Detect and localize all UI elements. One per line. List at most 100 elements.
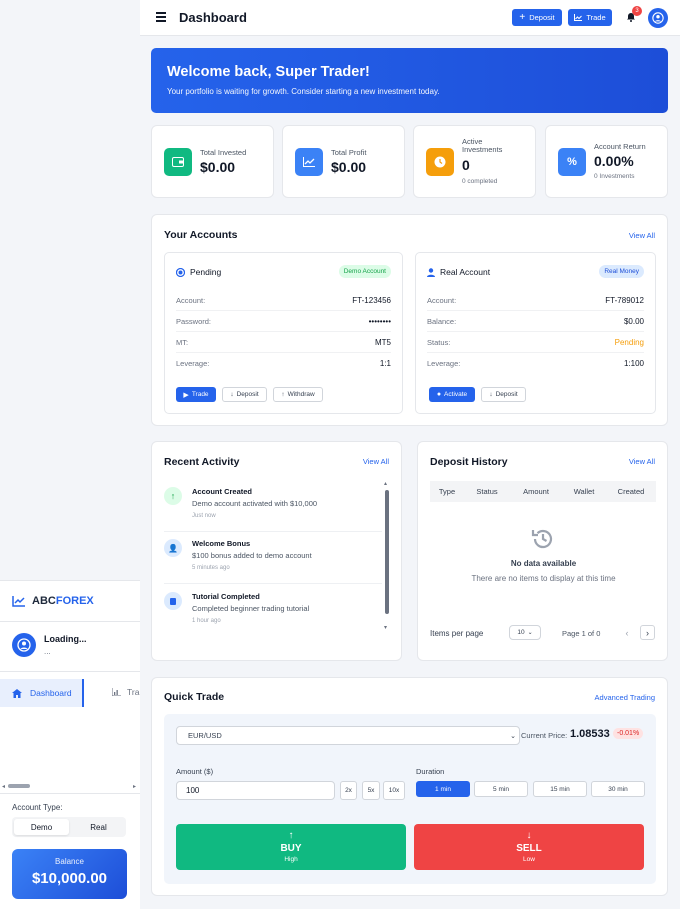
- multiplier-2x-button[interactable]: 2x: [340, 781, 357, 800]
- scroll-thumb[interactable]: [8, 784, 30, 788]
- trade-button[interactable]: Trade: [568, 9, 612, 26]
- sidebar-panel: ABCFOREX Loading... ... Dashboard Tra ◂: [0, 580, 140, 909]
- arrow-down-icon: ↓: [526, 830, 532, 841]
- notification-badge: 3: [632, 6, 642, 16]
- row-key: Status:: [427, 337, 451, 347]
- balance-card: Balance $10,000.00: [12, 849, 127, 899]
- stat-label: Total Invested: [200, 148, 247, 157]
- column-header: Status: [476, 487, 498, 496]
- deposit-button[interactable]: ↓ Deposit: [481, 387, 526, 402]
- items-per-page-value: 10: [517, 629, 525, 636]
- activity-scrollbar[interactable]: ▴ ▾: [384, 481, 390, 631]
- stat-value: $0.00: [331, 159, 367, 175]
- view-all-link[interactable]: View All: [629, 231, 655, 240]
- items-per-page-select[interactable]: 10 ⌄: [509, 625, 541, 640]
- activity-title: Welcome Bonus: [192, 539, 251, 548]
- sidebar-item-trade[interactable]: Tra: [112, 687, 139, 697]
- deposit-history-section: Deposit History View All Type Status Amo…: [417, 441, 668, 661]
- multiplier-5x-button[interactable]: 5x: [362, 781, 380, 800]
- sell-label: SELL: [516, 843, 542, 854]
- duration-1min-button[interactable]: 1 min: [416, 781, 470, 797]
- withdraw-button[interactable]: ↑ Withdraw: [273, 387, 323, 402]
- duration-15min-button[interactable]: 15 min: [533, 781, 587, 797]
- deposit-label: Deposit: [236, 391, 259, 398]
- scroll-up-icon: ▴: [384, 481, 388, 487]
- withdraw-label: Withdraw: [287, 391, 315, 398]
- sidebar-scrollbar[interactable]: ◂ ▸: [2, 783, 136, 790]
- prev-page-button[interactable]: ‹: [620, 625, 634, 640]
- sidebar: ABCFOREX Loading... ... Dashboard Tra ◂: [0, 0, 140, 909]
- row-key: Account:: [427, 295, 457, 305]
- column-header: Wallet: [573, 487, 595, 496]
- view-all-link[interactable]: View All: [629, 457, 655, 466]
- user-avatar-icon[interactable]: [648, 8, 668, 28]
- activity-title: Tutorial Completed: [192, 592, 260, 601]
- duration-5min-button[interactable]: 5 min: [474, 781, 528, 797]
- column-header: Amount: [523, 487, 549, 496]
- activity-time: 1 hour ago: [192, 618, 221, 624]
- sidebar-item-label: Dashboard: [30, 688, 72, 698]
- menu-icon[interactable]: [156, 12, 166, 22]
- sidebar-item-dashboard[interactable]: Dashboard: [0, 679, 84, 707]
- status-value: Pending: [614, 337, 644, 347]
- account-type-toggle: Demo Real: [12, 817, 126, 837]
- account-status-label: Pending: [190, 267, 222, 277]
- amount-label: Amount ($): [176, 767, 214, 776]
- activity-desc: Demo account activated with $10,000: [192, 499, 318, 508]
- deposit-button[interactable]: ↓ Deposit: [222, 387, 267, 402]
- demo-account-badge: Demo Account: [338, 265, 391, 278]
- price-change-badge: -0.01%: [613, 728, 644, 739]
- scroll-thumb[interactable]: [385, 490, 389, 614]
- user-avatar-icon: [12, 633, 36, 657]
- sidebar-item-label: Tra: [127, 687, 140, 697]
- advanced-trading-link[interactable]: Advanced Trading: [595, 693, 655, 702]
- next-page-button[interactable]: ›: [640, 625, 655, 640]
- stat-card-account-return: % Account Return 0.00% 0 Investments: [545, 125, 668, 198]
- buy-button[interactable]: ↑ BUY High: [176, 824, 406, 870]
- welcome-title: Welcome back, Super Trader!: [167, 64, 370, 80]
- chart-line-icon: [295, 148, 323, 176]
- deposit-label: Deposit: [529, 13, 555, 22]
- info-row: Leverage: 1:100: [427, 353, 644, 374]
- stat-sub: 0 Investments: [594, 173, 635, 180]
- accounts-section: Your Accounts View All Pending Demo Acco…: [151, 214, 668, 426]
- demo-account-card: Pending Demo Account Account: FT-123456 P…: [164, 252, 403, 414]
- info-row: Balance: $0.00: [427, 311, 644, 332]
- sell-button[interactable]: ↓ SELL Low: [414, 824, 644, 870]
- quick-trade-section: Quick Trade Advanced Trading EUR/USD ⌄ C…: [151, 677, 668, 896]
- view-all-link[interactable]: View All: [363, 457, 389, 466]
- duration-30min-button[interactable]: 30 min: [591, 781, 645, 797]
- info-row: Leverage: 1:1: [176, 353, 391, 374]
- stat-label-line-2: Investments: [462, 145, 503, 155]
- amount-input[interactable]: 100: [176, 781, 335, 800]
- activity-time: Just now: [192, 513, 216, 519]
- user-sub: ...: [44, 647, 51, 656]
- sell-sub: Low: [523, 856, 535, 863]
- stat-sub: 0 completed: [462, 178, 498, 185]
- trade-button[interactable]: ▶ Trade: [176, 387, 216, 402]
- toggle-demo[interactable]: Demo: [14, 819, 69, 835]
- account-status: Pending: [176, 267, 221, 277]
- multiplier-10x-button[interactable]: 10x: [383, 781, 405, 800]
- activate-button[interactable]: ● Activate: [429, 387, 475, 402]
- arrow-down-icon: ↓: [489, 391, 493, 398]
- section-title: Deposit History: [430, 456, 508, 468]
- user-profile[interactable]: Loading... ...: [12, 633, 87, 657]
- pair-select[interactable]: EUR/USD ⌄: [176, 726, 520, 745]
- activity-time: 5 minutes ago: [192, 565, 230, 571]
- row-key: Leverage:: [176, 359, 210, 368]
- toggle-real[interactable]: Real: [71, 817, 126, 837]
- account-type-label: Account Type:: [12, 803, 63, 812]
- activity-desc: $100 bonus added to demo account: [192, 551, 312, 560]
- section-title: Quick Trade: [164, 691, 225, 703]
- chart-line-icon: [574, 14, 583, 21]
- chevron-down-icon: ⌄: [510, 732, 516, 740]
- trade-label: Trade: [586, 13, 606, 22]
- row-key: Password:: [176, 316, 212, 326]
- deposit-button[interactable]: + Deposit: [512, 9, 562, 26]
- logo[interactable]: ABCFOREX: [12, 595, 94, 607]
- logo-prefix: ABC: [32, 595, 56, 607]
- arrow-up-icon: ↑: [281, 391, 285, 398]
- play-icon: ▶: [183, 391, 189, 399]
- balance-value: $10,000.00: [31, 870, 108, 887]
